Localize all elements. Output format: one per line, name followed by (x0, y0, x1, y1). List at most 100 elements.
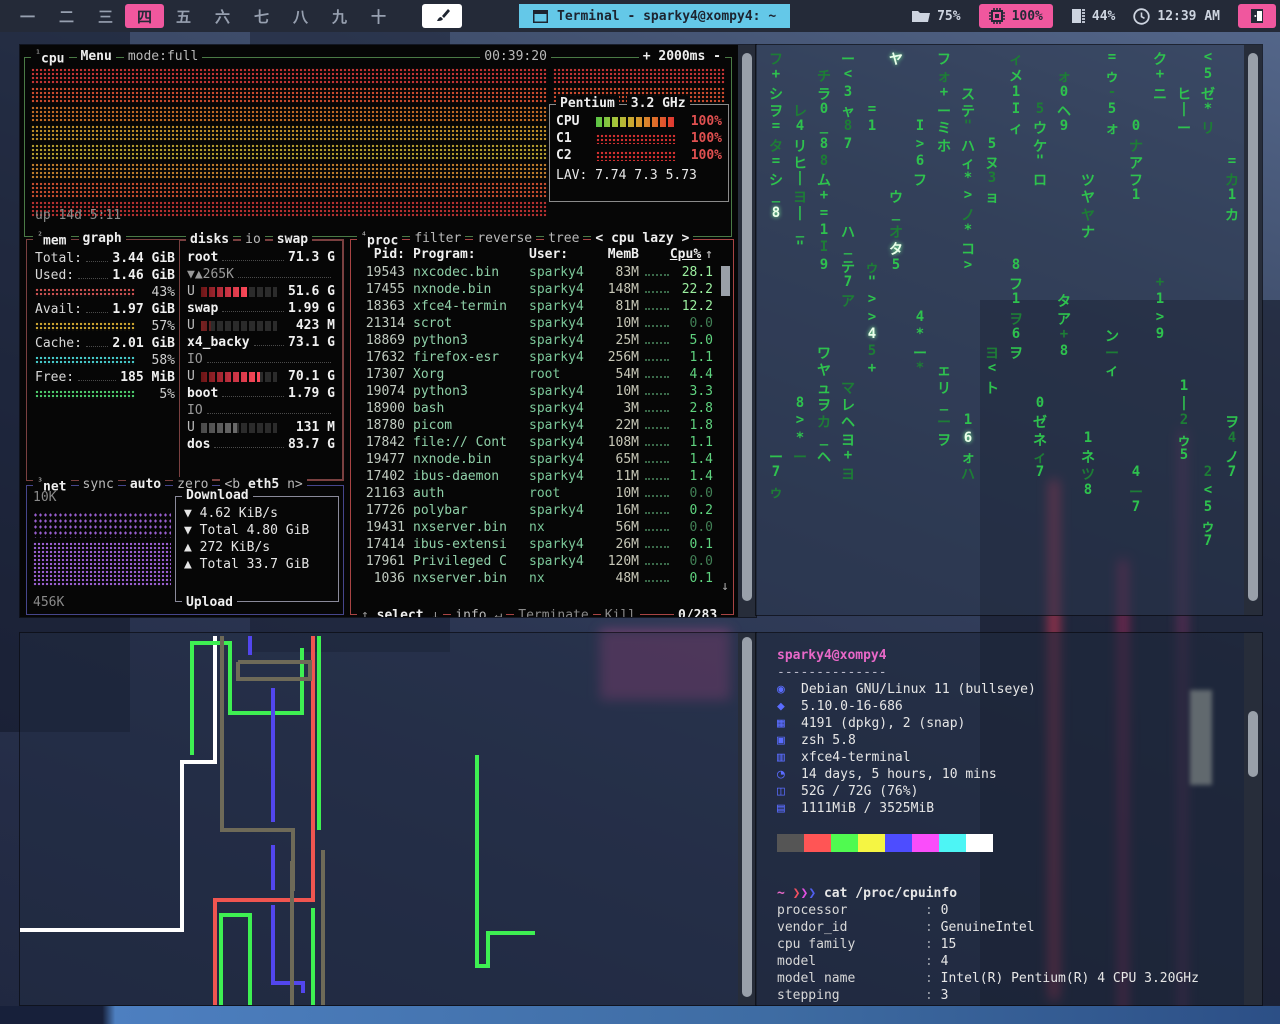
brush-launcher[interactable] (422, 4, 462, 28)
proc-row[interactable]: 19074python3sparky410M3.3 (359, 383, 713, 400)
matrix-glyph: * (788, 430, 812, 446)
cpu-usage-value: 100% (1012, 9, 1043, 24)
proc-header-user[interactable]: User: (529, 246, 595, 263)
proc-row[interactable]: 19431nxserver.binnx56M0.0 (359, 519, 713, 536)
proc-row[interactable]: 19477nxnode.binsparky465M1.4 (359, 451, 713, 468)
net-sync-tab[interactable]: sync (79, 477, 118, 494)
mem-box-title[interactable]: ²mem (33, 231, 71, 248)
workspace-button-8[interactable]: 八 (281, 4, 320, 28)
mem-graph-tab[interactable]: graph (79, 231, 126, 248)
matrix-scrollbar-thumb[interactable] (1248, 53, 1258, 601)
workspace-button-4[interactable]: 四 (125, 4, 164, 28)
shell-prompt[interactable]: ~ ❯❯❯ cat /proc/cpuinfo (777, 885, 1244, 902)
focused-window-title[interactable]: Terminal - sparky4@xompy4: ~ (519, 4, 790, 28)
workspace-button-6[interactable]: 六 (203, 4, 242, 28)
net-auto-tab[interactable]: auto (126, 477, 165, 494)
proc-row[interactable]: 18900bashsparky43M2.8 (359, 400, 713, 417)
workspace-button-5[interactable]: 五 (164, 4, 203, 28)
workspace-button-10[interactable]: 十 (359, 4, 398, 28)
workspace-button-9[interactable]: 九 (320, 4, 359, 28)
bpytop-scrollbar[interactable] (738, 45, 756, 617)
clock-module[interactable]: 12:39 AM (1133, 8, 1220, 25)
bpytop-scrollbar-thumb[interactable] (742, 53, 752, 601)
proc-row[interactable]: 18869python3sparky425M5.0 (359, 332, 713, 349)
proc-usage-dots (645, 529, 669, 531)
proc-row[interactable]: 1036nxserver.binnx48M0.1 (359, 570, 713, 587)
proc-header-cpu[interactable]: Cpu% (670, 246, 701, 263)
proc-row[interactable]: 17726polybarsparky416M0.2 (359, 502, 713, 519)
proc-header-program[interactable]: Program: (413, 246, 529, 263)
workspace-button-7[interactable]: 七 (242, 4, 281, 28)
proc-row[interactable]: 17455nxnode.binsparky4148M22.2 (359, 281, 713, 298)
workspace-button-2[interactable]: 二 (47, 4, 86, 28)
packages-icon: ▦ (777, 715, 801, 732)
system-info-text: 52G / 72G (76%) (801, 784, 918, 799)
disks-io-tab[interactable]: io (241, 232, 265, 247)
system-info-line: ◉Debian GNU/Linux 11 (bullseye) (777, 681, 1244, 698)
net-stats-box: Download Upload ▼ 4.62 KiB/s ▼ Total 4.8… (175, 496, 339, 602)
pipes-scrollbar-thumb[interactable] (742, 637, 752, 997)
matrix-glyph: ヨ (836, 464, 860, 484)
matrix-glyph: 1 (1004, 84, 1028, 100)
proc-info-control[interactable]: info ↵ (451, 608, 506, 617)
neofetch-scrollbar[interactable] (1244, 633, 1262, 1005)
matrix-glyph: 7 (1196, 533, 1220, 549)
disk-usage-module[interactable]: 75% (912, 9, 960, 24)
mem-meter (35, 288, 135, 297)
proc-select-control[interactable]: ↑ select ↓ (357, 608, 443, 617)
proc-row[interactable]: 17842file:// Contsparky4108M1.1 (359, 434, 713, 451)
kernel-icon: ◆ (777, 698, 801, 715)
pipes-scrollbar[interactable] (738, 633, 756, 1005)
proc-user: sparky4 (529, 502, 595, 519)
proc-row[interactable]: 19543nxcodec.binsparky483M28.1 (359, 264, 713, 281)
proc-scrollbar-thumb[interactable] (721, 266, 730, 296)
proc-mem: 10M (595, 315, 639, 332)
upload-speed: ▲ 272 KiB/s (184, 539, 334, 556)
proc-program: bash (413, 400, 529, 417)
matrix-glyph: > (860, 309, 884, 325)
proc-cpu: 0.1 (675, 536, 713, 553)
cpu-usage-module[interactable]: 100% (979, 4, 1053, 28)
mem-meter-pct: 43% (141, 285, 175, 300)
matrix-scrollbar[interactable] (1244, 45, 1262, 615)
proc-row[interactable]: 18780picomsparky422M1.8 (359, 417, 713, 434)
proc-row[interactable]: 17307Xorgroot54M4.4 (359, 366, 713, 383)
workspace-button-1[interactable]: 一 (8, 4, 47, 28)
proc-row[interactable]: 17402ibus-daemonsparky411M1.4 (359, 468, 713, 485)
neofetch-scrollbar-thumb[interactable] (1248, 711, 1258, 777)
matrix-glyph: 7 (1028, 464, 1052, 480)
disks-box-title[interactable]: disks (186, 232, 233, 247)
workspace-button-3[interactable]: 三 (86, 4, 125, 28)
proc-terminate-control[interactable]: Terminate (514, 608, 592, 617)
proc-header-pid[interactable]: Pid: (359, 246, 405, 263)
proc-row[interactable]: 17961Privileged Csparky4120M0.0 (359, 553, 713, 570)
proc-row[interactable]: 18363xfce4-terminsparky481M12.2 (359, 298, 713, 315)
disk-name: dos (187, 436, 210, 453)
matrix-glyph: ヲ (1004, 343, 1028, 363)
system-info-text: 1111MiB / 3525MiB (801, 801, 934, 816)
logout-button[interactable] (1238, 4, 1276, 28)
mem-box: ²mem graph Total:3.44 GiBUsed:1.46 GiB43… (26, 239, 344, 481)
proc-row[interactable]: 17632firefox-esrsparky4256M1.1 (359, 349, 713, 366)
matrix-glyph: 6 (1004, 326, 1028, 342)
disk-used-meter (201, 321, 277, 331)
proc-row[interactable]: 21163authroot10M0.0 (359, 485, 713, 502)
ram-usage-module[interactable]: 44% (1071, 8, 1115, 24)
proc-row[interactable]: 17414ibus-extensisparky426M0.1 (359, 536, 713, 553)
proc-user: nx (529, 570, 595, 587)
proc-mem: 256M (595, 349, 639, 366)
matrix-glyph: 8 (812, 136, 836, 152)
cpuinfo-line: processor: 0 (777, 902, 1244, 919)
proc-kill-control[interactable]: Kill (601, 608, 640, 617)
matrix-glyph: + (1052, 326, 1076, 342)
color-swatch (966, 834, 993, 852)
proc-scroll-down-icon[interactable]: ↓ (721, 579, 729, 594)
proc-row[interactable]: 21314scrotsparky410M0.0 (359, 315, 713, 332)
proc-user: sparky4 (529, 349, 595, 366)
window-icon (533, 10, 548, 23)
cpu-graph-row (31, 144, 547, 160)
proc-user: sparky4 (529, 332, 595, 349)
proc-header-memb[interactable]: MemB (595, 246, 639, 263)
cpuinfo-colon: : (925, 954, 941, 969)
disks-swap-tab[interactable]: swap (273, 232, 312, 247)
